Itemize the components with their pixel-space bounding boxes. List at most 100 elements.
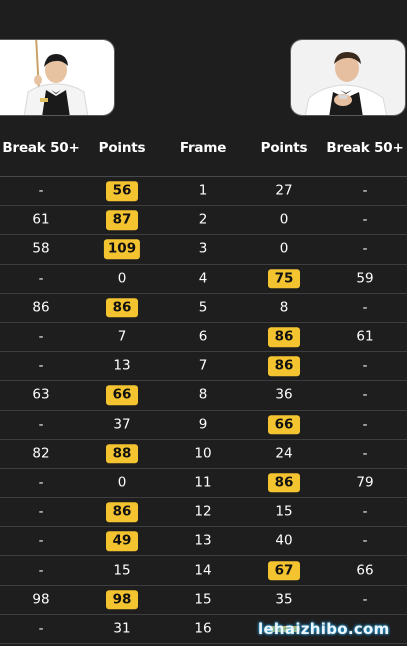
table-row: - 49 13 40 - bbox=[0, 527, 407, 557]
right-break-cell: - bbox=[362, 386, 368, 403]
right-break-cell: - bbox=[362, 590, 368, 607]
table-row: 61 87 2 0 - bbox=[0, 206, 407, 236]
table-row: - 13 7 86 - bbox=[0, 352, 407, 382]
frame-number-cell: 14 bbox=[194, 561, 212, 578]
right-break-cell: - bbox=[362, 240, 368, 257]
table-row: - 56 1 27 - bbox=[0, 177, 407, 207]
frame-number-cell: 3 bbox=[198, 240, 208, 257]
right-break-cell: - bbox=[362, 299, 368, 316]
right-break-cell: - bbox=[362, 211, 368, 228]
frame-number-cell: 6 bbox=[198, 328, 208, 345]
left-points-cell: 0 bbox=[117, 269, 127, 286]
left-points-cell: 86 bbox=[106, 298, 138, 318]
left-break-cell: - bbox=[38, 328, 44, 345]
header-left-points: Points bbox=[98, 140, 146, 156]
left-points-cell: 86 bbox=[106, 502, 138, 522]
frame-number-cell: 5 bbox=[198, 299, 208, 316]
left-break-cell: 98 bbox=[32, 590, 50, 607]
frame-number-cell: 8 bbox=[198, 386, 208, 403]
frame-number-cell: 11 bbox=[194, 474, 212, 491]
right-break-cell: 79 bbox=[356, 474, 374, 491]
left-points-cell: 37 bbox=[113, 415, 131, 432]
left-points-cell: 31 bbox=[113, 620, 131, 637]
right-points-cell: 86 bbox=[268, 327, 300, 347]
header-right-break: Break 50+ bbox=[326, 140, 404, 156]
right-points-cell: 40 bbox=[275, 532, 293, 549]
left-break-cell: - bbox=[38, 357, 44, 374]
table-row: - 7 6 86 61 bbox=[0, 323, 407, 353]
table-row: 86 86 5 8 - bbox=[0, 294, 407, 323]
left-points-cell: 0 bbox=[117, 474, 127, 491]
left-break-cell: 86 bbox=[32, 299, 50, 316]
player-right-photo-icon bbox=[291, 40, 405, 115]
right-points-cell: 75 bbox=[268, 268, 300, 289]
frame-number-cell: 9 bbox=[198, 415, 208, 432]
frame-number-cell: 15 bbox=[194, 590, 212, 607]
frame-number-cell: 2 bbox=[198, 211, 208, 228]
frame-number-cell: 16 bbox=[194, 620, 212, 637]
frame-number-cell: 13 bbox=[194, 532, 212, 549]
table-row: 82 88 10 24 - bbox=[0, 440, 407, 469]
left-points-cell: 109 bbox=[103, 239, 141, 260]
right-break-cell: 66 bbox=[356, 561, 374, 578]
right-break-cell: 59 bbox=[356, 269, 374, 286]
frame-number-cell: 12 bbox=[194, 503, 212, 520]
left-points-cell: 66 bbox=[106, 385, 138, 406]
right-break-cell: - bbox=[362, 445, 368, 462]
right-points-cell: 15 bbox=[275, 503, 293, 520]
table-row: - 37 9 66 - bbox=[0, 411, 407, 440]
left-points-cell: 56 bbox=[106, 181, 138, 201]
left-break-cell: - bbox=[38, 503, 44, 520]
frame-rows: -56 1 27-61 87 2 0-58 109 3 0- -0 4 75 59 86 86 5 8- -7 6 8… bbox=[0, 177, 407, 644]
right-points-cell: 66 bbox=[268, 414, 300, 435]
header-frame: Frame bbox=[179, 140, 227, 156]
frame-scores-page: Break 50+ Points Frame Points Break 50+ … bbox=[0, 0, 407, 646]
left-break-cell: 63 bbox=[32, 386, 50, 403]
right-points-cell: 8 bbox=[279, 299, 289, 316]
left-break-cell: - bbox=[38, 474, 44, 491]
right-points-cell: 86 bbox=[268, 473, 300, 493]
right-points-cell: 35 bbox=[275, 590, 293, 607]
frame-number-cell: 1 bbox=[198, 182, 208, 199]
left-points-cell: 7 bbox=[117, 328, 127, 345]
right-break-cell: 61 bbox=[356, 328, 374, 345]
player-left-card[interactable] bbox=[0, 39, 115, 116]
left-break-cell: 61 bbox=[32, 211, 50, 228]
watermark: lehaizhibo.com bbox=[258, 620, 390, 638]
left-points-cell: 49 bbox=[106, 531, 138, 552]
player-left-photo-icon bbox=[0, 40, 114, 115]
table-row: 58 109 3 0 - bbox=[0, 235, 407, 265]
right-break-cell: - bbox=[362, 415, 368, 432]
frame-number-cell: 10 bbox=[194, 445, 212, 462]
player-right-card[interactable] bbox=[290, 39, 406, 116]
right-points-cell: 0 bbox=[279, 211, 289, 228]
left-break-cell: 82 bbox=[32, 445, 50, 462]
table-row: - 0 11 86 79 bbox=[0, 469, 407, 499]
frame-number-cell: 4 bbox=[198, 269, 208, 286]
right-points-cell: 86 bbox=[268, 356, 300, 376]
left-points-cell: 98 bbox=[106, 589, 138, 610]
left-break-cell: - bbox=[38, 182, 44, 199]
left-break-cell: - bbox=[38, 415, 44, 432]
right-break-cell: - bbox=[362, 357, 368, 374]
right-points-cell: 0 bbox=[279, 240, 289, 257]
right-points-cell: 27 bbox=[275, 182, 293, 199]
frame-number-cell: 7 bbox=[198, 357, 208, 374]
table-row: - 86 12 15 - bbox=[0, 498, 407, 528]
table-row: 98 98 15 35 - bbox=[0, 586, 407, 615]
left-break-cell: - bbox=[38, 532, 44, 549]
header-right-points: Points bbox=[260, 140, 308, 156]
left-points-cell: 87 bbox=[106, 210, 138, 231]
right-break-cell: - bbox=[362, 532, 368, 549]
left-points-cell: 88 bbox=[106, 444, 138, 464]
left-break-cell: - bbox=[38, 269, 44, 286]
right-points-cell: 67 bbox=[268, 560, 300, 581]
left-points-cell: 13 bbox=[113, 357, 131, 374]
left-break-cell: - bbox=[38, 561, 44, 578]
right-break-cell: - bbox=[362, 503, 368, 520]
right-break-cell: - bbox=[362, 182, 368, 199]
table-row: - 0 4 75 59 bbox=[0, 265, 407, 294]
right-points-cell: 24 bbox=[275, 445, 293, 462]
left-break-cell: 58 bbox=[32, 240, 50, 257]
left-break-cell: - bbox=[38, 620, 44, 637]
